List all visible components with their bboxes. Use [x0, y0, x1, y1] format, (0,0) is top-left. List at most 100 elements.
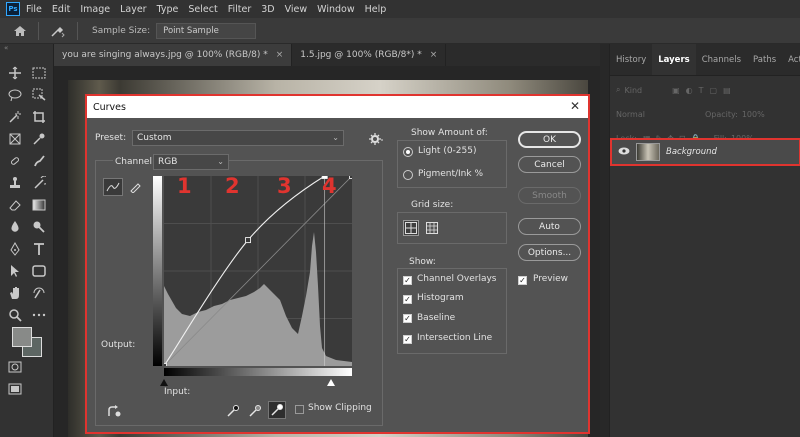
menu-select[interactable]: Select: [188, 4, 217, 15]
tab-actions[interactable]: Actions: [782, 44, 800, 75]
menu-edit[interactable]: Edit: [52, 4, 70, 15]
curve-control-point[interactable]: [164, 363, 167, 367]
menu-image[interactable]: Image: [80, 4, 110, 15]
intersection-line-label: Intersection Line: [417, 333, 493, 343]
menu-window[interactable]: Window: [317, 4, 354, 15]
tab-history[interactable]: History: [610, 44, 652, 75]
preset-select[interactable]: Custom ⌄: [132, 130, 344, 146]
blend-mode-select[interactable]: Normal: [616, 110, 645, 119]
foreground-color-swatch[interactable]: [12, 327, 32, 347]
rectangle-tool-icon[interactable]: [30, 262, 48, 280]
simple-grid-icon[interactable]: [403, 220, 419, 236]
hand-tool-icon[interactable]: [6, 284, 24, 302]
eyedropper-tool-icon[interactable]: [47, 21, 69, 41]
kind-filter-select[interactable]: Kind: [624, 86, 642, 95]
home-icon[interactable]: [10, 21, 30, 41]
eyedropper-icon[interactable]: [30, 130, 48, 148]
detailed-grid-icon[interactable]: [424, 220, 440, 236]
opacity-field[interactable]: 100%: [742, 110, 765, 119]
layer-row-background[interactable]: Background: [610, 138, 800, 166]
chevron-down-icon: ⌄: [332, 133, 339, 142]
rotate-view-tool-icon[interactable]: [30, 284, 48, 302]
black-point-slider[interactable]: [160, 379, 168, 386]
baseline-checkbox[interactable]: ✓: [403, 314, 412, 323]
menu-layer[interactable]: Layer: [120, 4, 147, 15]
object-select-tool-icon[interactable]: [30, 86, 48, 104]
intersection-line-checkbox[interactable]: ✓: [403, 335, 412, 344]
zoom-tool-icon[interactable]: [6, 306, 24, 324]
curve-control-point[interactable]: [349, 176, 353, 179]
dodge-tool-icon[interactable]: [30, 218, 48, 236]
input-gradient-bar: [164, 368, 352, 376]
screen-mode-icon[interactable]: [6, 380, 24, 398]
eye-icon[interactable]: [618, 147, 630, 158]
curve-points-tool-icon[interactable]: [103, 178, 123, 196]
cancel-button[interactable]: Cancel: [518, 156, 581, 173]
white-eyedropper-icon[interactable]: [268, 401, 286, 419]
path-selection-tool-icon[interactable]: [6, 262, 24, 280]
preview-checkbox[interactable]: ✓: [518, 276, 527, 285]
channel-overlays-checkbox[interactable]: ✓: [403, 276, 412, 285]
lasso-tool-icon[interactable]: [6, 86, 24, 104]
divider: [77, 21, 78, 40]
pigment-radio[interactable]: [403, 170, 413, 180]
magic-wand-tool-icon[interactable]: [6, 108, 24, 126]
close-icon[interactable]: ×: [430, 50, 438, 60]
blur-tool-icon[interactable]: [6, 218, 24, 236]
tab-paths[interactable]: Paths: [747, 44, 782, 75]
search-icon: ⌕: [616, 85, 621, 94]
menu-type[interactable]: Type: [157, 4, 179, 15]
show-amount-title: Show Amount of:: [411, 128, 488, 138]
gradient-tool-icon[interactable]: [30, 196, 48, 214]
menu-3d[interactable]: 3D: [261, 4, 274, 15]
move-tool-icon[interactable]: [6, 64, 24, 82]
channel-select[interactable]: RGB ⌄: [153, 154, 229, 170]
tab-layers[interactable]: Layers: [652, 44, 696, 75]
more-tools-icon[interactable]: [30, 306, 48, 324]
sample-size-select[interactable]: Point Sample: [156, 22, 257, 39]
show-clipping-checkbox[interactable]: [295, 405, 304, 414]
quick-mask-icon[interactable]: [6, 358, 24, 376]
spot-healing-tool-icon[interactable]: [6, 152, 24, 170]
light-radio[interactable]: [403, 147, 413, 157]
baseline-label: Baseline: [417, 313, 456, 323]
curve-control-point[interactable]: [245, 237, 251, 244]
black-eyedropper-icon[interactable]: [224, 402, 242, 420]
gear-icon[interactable]: [369, 132, 383, 146]
marquee-tool-icon[interactable]: [30, 64, 48, 82]
menu-view[interactable]: View: [285, 4, 308, 15]
menu-filter[interactable]: Filter: [228, 4, 252, 15]
history-brush-tool-icon[interactable]: [30, 174, 48, 192]
pencil-draw-icon[interactable]: [125, 178, 145, 196]
layer-thumbnail: [636, 143, 660, 161]
clone-stamp-tool-icon[interactable]: [6, 174, 24, 192]
document-tab-active[interactable]: you are singing always.jpg @ 100% (RGB/8…: [54, 44, 293, 66]
blend-row: Normal Opacity: 100%: [616, 104, 794, 124]
brush-tool-icon[interactable]: [30, 152, 48, 170]
frame-tool-icon[interactable]: [6, 130, 24, 148]
ok-button[interactable]: OK: [518, 131, 581, 148]
curves-graph[interactable]: [164, 176, 352, 366]
type-tool-icon[interactable]: [30, 240, 48, 258]
document-tab[interactable]: 1.5.jpg @ 100% (RGB/8*) * ×: [292, 44, 447, 66]
preview-label: Preview: [533, 274, 569, 284]
menu-file[interactable]: File: [26, 4, 42, 15]
document-tabs: you are singing always.jpg @ 100% (RGB/8…: [54, 44, 600, 66]
close-icon[interactable]: ×: [276, 50, 284, 60]
histogram-checkbox[interactable]: ✓: [403, 295, 412, 304]
pen-tool-icon[interactable]: [6, 240, 24, 258]
smooth-button[interactable]: Smooth: [518, 187, 581, 204]
eraser-tool-icon[interactable]: [6, 196, 24, 214]
sample-size-label: Sample Size:: [92, 25, 151, 36]
auto-adjust-hand-icon[interactable]: [105, 402, 123, 420]
auto-button[interactable]: Auto: [518, 218, 581, 235]
tab-channels[interactable]: Channels: [696, 44, 747, 75]
close-icon[interactable]: ✕: [570, 99, 580, 113]
menu-help[interactable]: Help: [365, 4, 387, 15]
crop-tool-icon[interactable]: [30, 108, 48, 126]
white-point-slider[interactable]: [327, 379, 335, 386]
options-button[interactable]: Options...: [518, 244, 581, 261]
chevron-down-icon: ⌄: [217, 157, 224, 166]
collapse-icon[interactable]: «: [4, 44, 8, 52]
gray-eyedropper-icon[interactable]: [246, 402, 264, 420]
